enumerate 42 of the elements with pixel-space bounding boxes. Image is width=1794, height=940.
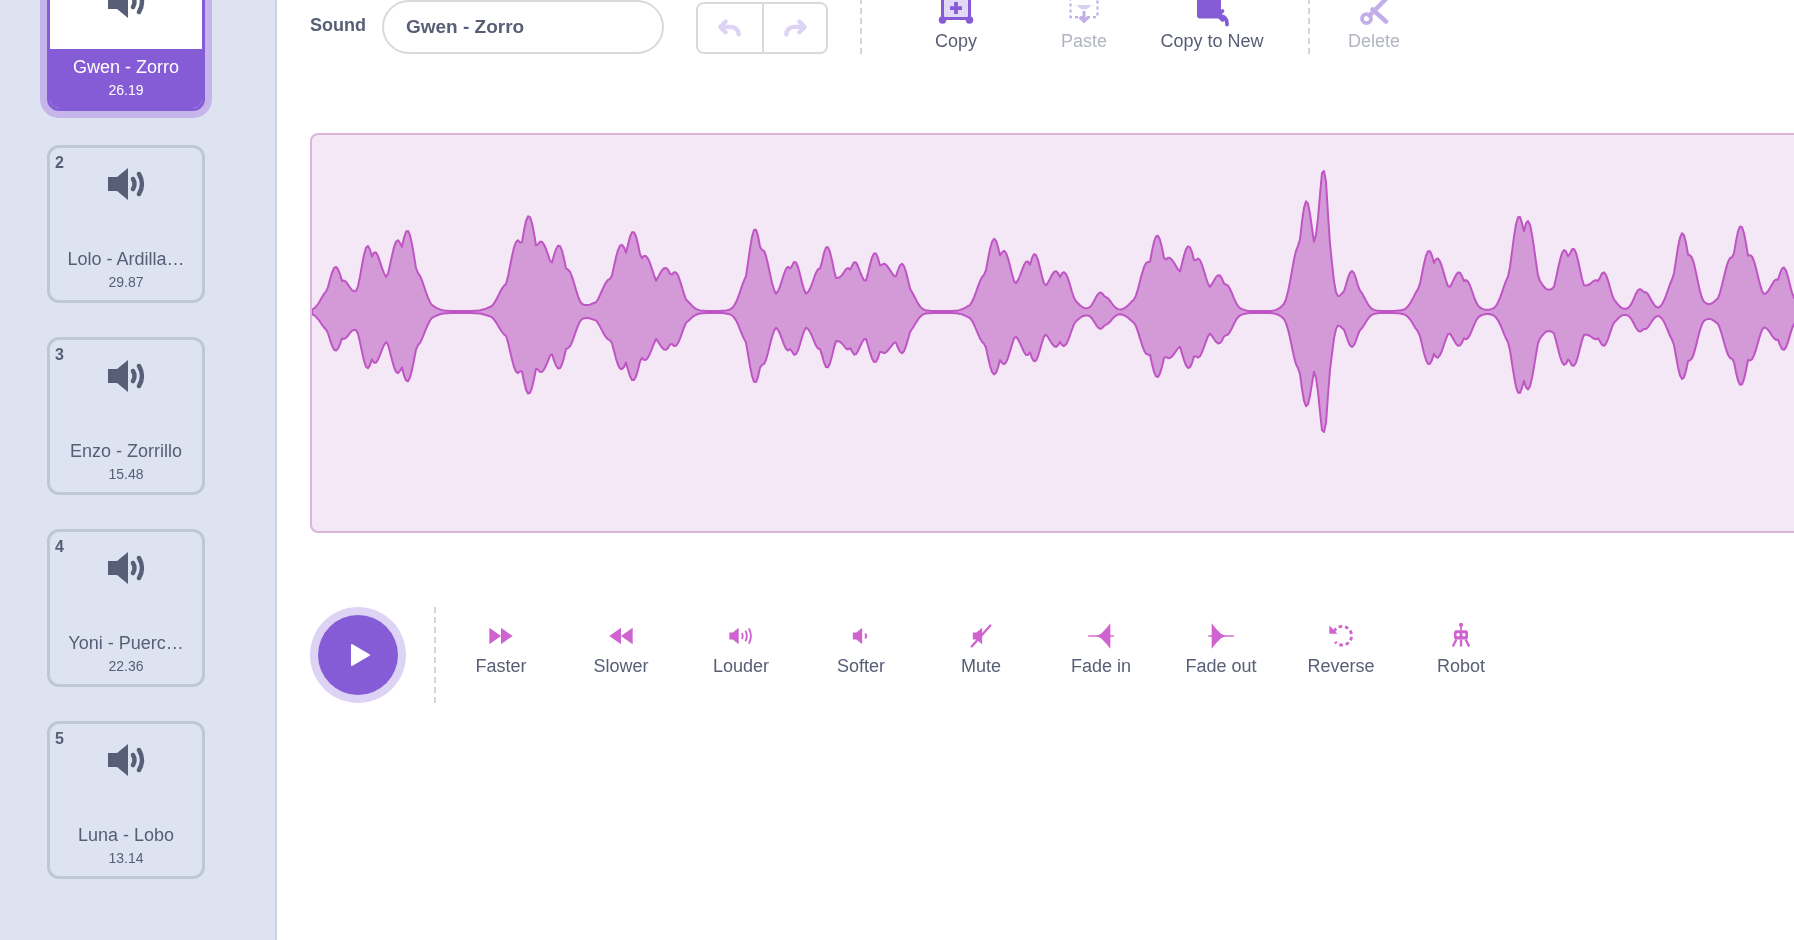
- sound-number: 5: [55, 730, 64, 748]
- undo-arrow-icon: [717, 17, 743, 39]
- sound-duration: 13.14: [108, 850, 144, 866]
- sound-duration: 29.87: [108, 274, 144, 290]
- sound-name: Enzo - Zorrillo: [70, 441, 182, 462]
- faster-button[interactable]: Faster: [441, 621, 561, 677]
- sound-duration: 15.48: [108, 466, 144, 482]
- reverse-button[interactable]: Reverse: [1281, 621, 1401, 677]
- copy-to-new-icon: [1194, 0, 1230, 29]
- mute-button[interactable]: Mute: [921, 621, 1041, 677]
- louder-button[interactable]: Louder: [681, 621, 801, 677]
- speaker-icon: [106, 550, 146, 586]
- sound-number: 2: [55, 154, 64, 172]
- sound-name: Luna - Lobo: [77, 825, 175, 846]
- sound-number: 4: [55, 538, 64, 556]
- sound-card[interactable]: 5 Luna - Lobo 13.14: [47, 721, 205, 879]
- speaker-icon: [106, 166, 146, 202]
- sound-number: 3: [55, 346, 64, 364]
- robot-button[interactable]: Robot: [1401, 621, 1521, 677]
- sound-card[interactable]: 2 Lolo - Ardilla… 29.87: [47, 145, 205, 303]
- sound-card[interactable]: 3 Enzo - Zorrillo 15.48: [47, 337, 205, 495]
- sound-name: Yoni - Puerc…: [68, 633, 184, 654]
- fade-in-button[interactable]: Fade in: [1041, 621, 1161, 677]
- fade-out-icon: [1207, 621, 1235, 650]
- copy-button[interactable]: Copy: [892, 0, 1020, 54]
- redo-arrow-icon: [782, 17, 808, 39]
- speaker-icon: [106, 742, 146, 778]
- sound-name-field[interactable]: Gwen - Zorro: [382, 0, 664, 54]
- fade-out-button[interactable]: Fade out: [1161, 621, 1281, 677]
- sound-name: Lolo - Ardilla…: [67, 249, 185, 270]
- fade-in-icon: [1087, 621, 1115, 650]
- sound-card[interactable]: 4 Yoni - Puerc… 22.36: [47, 529, 205, 687]
- play-icon: [349, 643, 371, 667]
- slower-button[interactable]: Slower: [561, 621, 681, 677]
- sound-name: Gwen - Zorro: [73, 57, 179, 78]
- sound-duration: 26.19: [108, 82, 144, 98]
- speaker-icon: [106, 358, 146, 394]
- sound-duration: 22.36: [108, 658, 144, 674]
- softer-button[interactable]: Softer: [801, 621, 921, 677]
- copy-to-new-button[interactable]: Copy to New: [1148, 0, 1276, 54]
- sound-name-label: Sound: [310, 15, 366, 36]
- muted-speaker-icon: [967, 621, 995, 650]
